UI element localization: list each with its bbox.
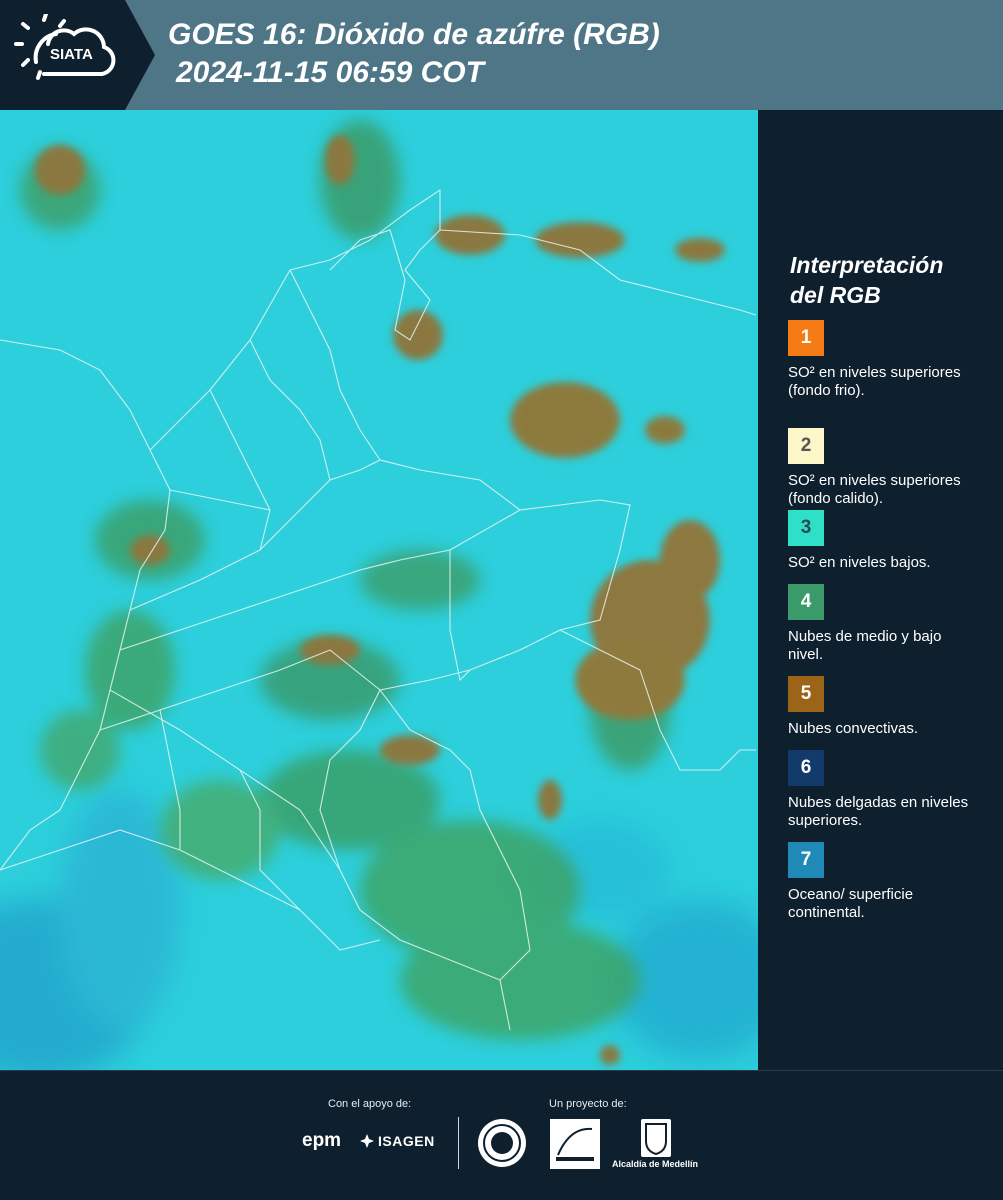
so2-rgb-image (0, 110, 758, 1070)
university-seal-logo (478, 1119, 526, 1167)
legend-item-7: 7 Oceano/ superficie continental. (788, 842, 973, 922)
legend-swatch: 7 (788, 842, 824, 878)
title-line-1: GOES 16: Dióxido de azúfre (RGB) (168, 18, 660, 51)
legend-item-1: 1 SO² en niveles superiores (fondo frio). (788, 320, 973, 400)
alcaldia-label: Alcaldía de Medellín (612, 1159, 699, 1169)
legend-title: Interpretación del RGB (790, 250, 943, 310)
legend-label: Nubes convectivas. (788, 720, 919, 737)
legend-item-2: 2 SO² en niveles superiores (fondo calido… (788, 428, 973, 508)
legend-item-5: 5 Nubes convectivas. (788, 676, 973, 738)
support-label: Con el apoyo de: (328, 1098, 412, 1110)
legend-label: Nubes de medio y bajo nivel. (788, 628, 942, 663)
area-icon (556, 1127, 594, 1161)
seal-icon (483, 1124, 521, 1162)
page-title: GOES 16: Dióxido de azúfre (RGB) 2024-11… (168, 16, 660, 92)
legend-label: SO² en niveles superiores (fondo calido)… (788, 472, 961, 507)
legend-label: Oceano/ superficie continental. (788, 886, 914, 921)
isagen-icon (360, 1134, 374, 1148)
legend-title-line-2: del RGB (790, 282, 881, 308)
legend-label: SO² en niveles superiores (fondo frio). (788, 364, 961, 399)
legend-swatch: 3 (788, 510, 824, 546)
isagen-logo: ISAGEN (360, 1133, 435, 1149)
area-metropolitana-logo (550, 1119, 600, 1169)
satellite-map (0, 110, 758, 1070)
legend-panel: Interpretación del RGB 1 SO² en niveles s… (758, 110, 1003, 1070)
title-line-2: 2024-11-15 06:59 COT (176, 56, 484, 89)
project-label: Un proyecto de: (549, 1098, 627, 1110)
legend-swatch: 6 (788, 750, 824, 786)
legend-item-4: 4 Nubes de medio y bajo nivel. (788, 584, 973, 664)
alcaldia-shield-logo (641, 1119, 671, 1157)
legend-swatch: 1 (788, 320, 824, 356)
legend-swatch: 4 (788, 584, 824, 620)
legend-label: SO² en niveles bajos. (788, 554, 931, 571)
epm-logo: epm (302, 1130, 342, 1151)
legend-label: Nubes delgadas en niveles superiores. (788, 794, 969, 829)
legend-item-3: 3 SO² en niveles bajos. (788, 510, 973, 572)
legend-swatch: 2 (788, 428, 824, 464)
legend-swatch: 5 (788, 676, 824, 712)
isagen-text: ISAGEN (378, 1133, 435, 1149)
footer-divider (458, 1117, 459, 1169)
logo-text: SIATA (50, 46, 93, 63)
header-bar: SIATA GOES 16: Dióxido de azúfre (RGB) 2… (0, 0, 1003, 110)
legend-item-6: 6 Nubes delgadas en niveles superiores. (788, 750, 973, 830)
siata-logo: SIATA (0, 0, 155, 110)
footer: Con el apoyo de: Un proyecto de: epm ISA… (0, 1070, 1003, 1200)
legend-title-line-1: Interpretación (790, 252, 944, 278)
shield-icon (645, 1123, 667, 1156)
